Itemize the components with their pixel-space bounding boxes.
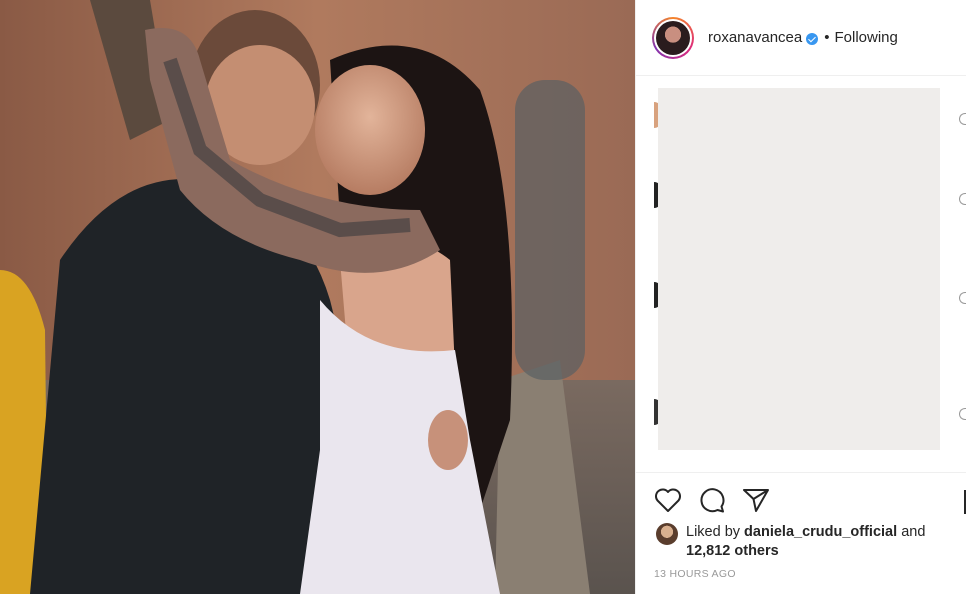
following-button[interactable]: Following [835, 29, 898, 46]
comment-like-icon[interactable] [959, 408, 966, 420]
post-actions: Liked by daniela_crudu_official and 12,8… [636, 472, 966, 595]
liker-username-link[interactable]: daniela_crudu_official [744, 524, 897, 540]
post-timestamp[interactable]: 13 HOURS AGO [636, 568, 966, 580]
post-photo [0, 0, 635, 594]
comment-like-icon[interactable] [959, 292, 966, 304]
post-sidebar: roxanavancea • Following Liked by daniel… [635, 0, 966, 594]
post-image[interactable] [0, 0, 635, 594]
comments-section [636, 76, 966, 472]
liked-by-and: and [901, 524, 926, 540]
action-icons [636, 473, 966, 513]
verified-badge-icon [806, 32, 819, 45]
heart-icon[interactable] [654, 487, 682, 513]
follow-separator: • [824, 29, 830, 46]
comment-like-icon[interactable] [959, 113, 966, 125]
likes-summary: Liked by daniela_crudu_official and 12,8… [636, 523, 966, 561]
liker-avatar[interactable] [656, 523, 678, 545]
others-count-link[interactable]: 12,812 others [686, 543, 779, 559]
comment-like-icon[interactable] [959, 193, 966, 205]
comment-icon[interactable] [698, 487, 726, 513]
share-icon[interactable] [742, 487, 770, 513]
comments-redacted-area [658, 88, 940, 450]
post-header: roxanavancea • Following [636, 0, 966, 76]
username-link[interactable]: roxanavancea [708, 29, 802, 46]
liked-by-prefix: Liked by [686, 524, 741, 540]
profile-avatar[interactable] [652, 16, 694, 59]
